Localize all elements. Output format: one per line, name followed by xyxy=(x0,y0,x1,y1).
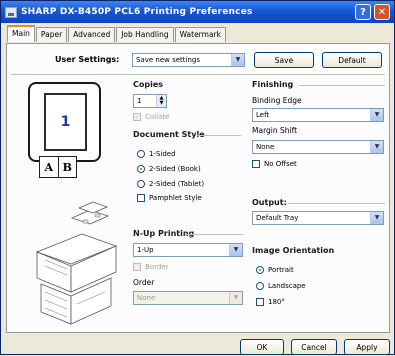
binding-edge-label: Binding Edge xyxy=(252,96,302,105)
copies-spinner[interactable]: 1 ▲ ▼ xyxy=(133,94,167,108)
side-a-label: A xyxy=(40,157,59,177)
output-select[interactable]: Default Tray ▼ xyxy=(252,211,384,225)
printer-illustration xyxy=(35,201,118,325)
margin-shift-value: None xyxy=(256,143,275,151)
radio-2-sided-tablet[interactable]: 2-Sided (Tablet) xyxy=(137,180,204,188)
spinner-arrows-icon[interactable]: ▲ ▼ xyxy=(156,95,166,107)
main-tab-panel: User Settings: Save new settings ▼ Save … xyxy=(6,43,390,333)
radio-landscape-label: Landscape xyxy=(268,282,306,290)
order-select[interactable]: None ▼ xyxy=(133,291,243,305)
radio-2-sided-book[interactable]: 2-Sided (Book) xyxy=(137,165,201,173)
radio-icon xyxy=(256,282,264,290)
radio-icon xyxy=(137,180,145,188)
radio-1-sided[interactable]: 1-Sided xyxy=(137,150,176,158)
radio-1-sided-label: 1-Sided xyxy=(149,150,176,158)
order-label: Order xyxy=(133,278,155,287)
apply-button[interactable]: Apply xyxy=(344,339,390,355)
tab-strip: Main Paper Advanced Job Handling Waterma… xyxy=(7,25,227,43)
radio-landscape[interactable]: Landscape xyxy=(256,282,306,290)
chevron-down-icon: ▼ xyxy=(229,244,242,256)
radio-2-sided-tablet-label: 2-Sided (Tablet) xyxy=(149,180,205,188)
window-title: SHARP DX-B450P PCL6 Printing Preferences xyxy=(21,7,253,17)
side-b-label: B xyxy=(62,160,72,174)
preview-page-number: 1 xyxy=(60,114,71,130)
divider xyxy=(299,85,385,86)
document-style-title: Document Style xyxy=(133,130,205,139)
radio-portrait-label: Portrait xyxy=(268,266,294,274)
divider xyxy=(187,234,243,235)
nup-select[interactable]: 1-Up ▼ xyxy=(133,243,243,257)
user-settings-label: User Settings: xyxy=(55,55,120,64)
ok-button[interactable]: OK xyxy=(240,339,284,355)
copies-title: Copies xyxy=(133,80,164,89)
finishing-title: Finishing xyxy=(252,80,294,89)
pamphlet-style-checkbox[interactable]: Pamphlet Style xyxy=(137,194,202,202)
radio-2-sided-book-label: 2-Sided (Book) xyxy=(149,165,201,173)
margin-shift-select[interactable]: None ▼ xyxy=(252,140,384,154)
border-checkbox[interactable]: Border xyxy=(133,263,168,271)
tab-paper[interactable]: Paper xyxy=(35,27,68,42)
divider xyxy=(11,74,385,75)
collate-label: Collate xyxy=(145,113,170,121)
radio-selected-icon xyxy=(256,266,264,274)
checkmark-icon: ✓ xyxy=(133,113,141,121)
default-settings-button[interactable]: Default xyxy=(322,52,382,68)
preview-page: 1 xyxy=(44,93,87,151)
tab-watermark[interactable]: Watermark xyxy=(174,27,226,42)
divider xyxy=(287,203,385,204)
image-orientation-title: Image Orientation xyxy=(252,246,335,255)
checkbox-icon xyxy=(133,263,141,271)
copies-value: 1 xyxy=(137,97,142,105)
chevron-down-icon: ▼ xyxy=(370,141,383,153)
output-value: Default Tray xyxy=(256,214,299,222)
save-settings-button[interactable]: Save xyxy=(254,52,314,68)
chevron-down-icon: ▼ xyxy=(229,292,242,304)
tab-job-handling[interactable]: Job Handling xyxy=(116,27,174,42)
rotate-180-checkbox[interactable]: 180° xyxy=(256,298,285,306)
printing-preferences-window: SHARP DX-B450P PCL6 Printing Preferences… xyxy=(0,0,395,355)
collate-checkbox[interactable]: ✓ Collate xyxy=(133,113,169,121)
checkbox-icon xyxy=(252,160,260,168)
close-button[interactable]: ✕ xyxy=(374,4,390,20)
divider xyxy=(195,135,241,136)
output-title: Output: xyxy=(252,198,287,207)
chevron-down-icon: ▼ xyxy=(370,109,383,121)
pamphlet-style-label: Pamphlet Style xyxy=(149,194,202,202)
tab-advanced[interactable]: Advanced xyxy=(68,27,116,42)
duplex-preview: A B xyxy=(39,156,77,178)
user-settings-select[interactable]: Save new settings ▼ xyxy=(132,53,245,67)
cancel-button[interactable]: Cancel xyxy=(291,339,337,355)
nup-value: 1-Up xyxy=(137,246,154,254)
no-offset-checkbox[interactable]: No Offset xyxy=(252,160,297,168)
no-offset-label: No Offset xyxy=(264,160,297,168)
title-bar[interactable]: SHARP DX-B450P PCL6 Printing Preferences… xyxy=(1,1,394,23)
radio-selected-icon xyxy=(137,165,145,173)
document-preview: 1 xyxy=(28,82,101,162)
radio-icon xyxy=(137,150,145,158)
border-label: Border xyxy=(145,263,169,271)
rotate-180-label: 180° xyxy=(268,298,285,306)
checkbox-icon xyxy=(137,194,145,202)
margin-shift-label: Margin Shift xyxy=(252,126,298,135)
checkbox-icon xyxy=(256,298,264,306)
radio-portrait[interactable]: Portrait xyxy=(256,266,294,274)
binding-edge-value: Left xyxy=(256,111,270,119)
printer-icon xyxy=(5,6,17,18)
order-value: None xyxy=(137,294,156,302)
chevron-down-icon: ▼ xyxy=(231,54,244,66)
nup-printing-title: N-Up Printing xyxy=(133,229,195,238)
help-button[interactable]: ? xyxy=(355,4,371,20)
tab-main[interactable]: Main xyxy=(7,25,35,42)
chevron-down-icon: ▼ xyxy=(370,212,383,224)
user-settings-value: Save new settings xyxy=(136,56,201,64)
binding-edge-select[interactable]: Left ▼ xyxy=(252,108,384,122)
dialog-buttons: OK Cancel Apply xyxy=(1,336,394,356)
